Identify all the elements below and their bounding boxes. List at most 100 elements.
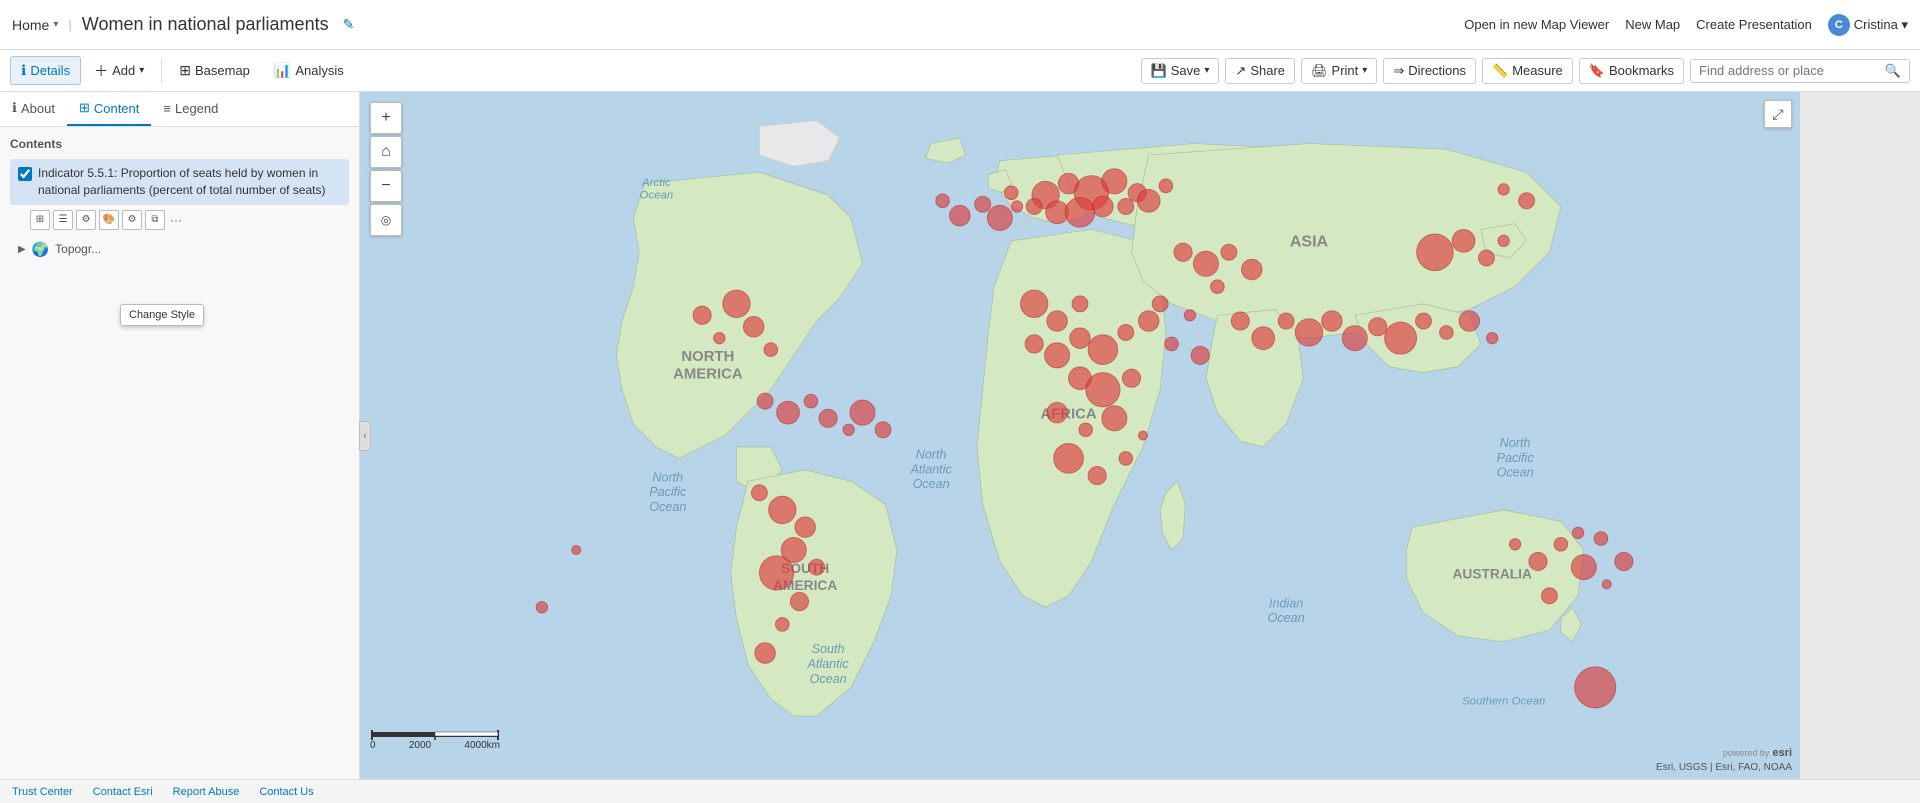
measure-button[interactable]: 📏 Measure	[1482, 58, 1573, 84]
svg-text:Pacific: Pacific	[1497, 451, 1535, 465]
scale-label-0: 0	[370, 740, 376, 751]
legend-icon: ≡	[163, 101, 171, 116]
bookmarks-icon: 🔖	[1589, 63, 1605, 79]
sidebar-content: Contents Indicator 5.5.1: Proportion of …	[0, 127, 359, 779]
content-icon: ⊞	[79, 100, 90, 116]
layer-tool-style[interactable]: 🎨	[99, 210, 119, 230]
layer-tool-copy[interactable]: ⧉	[145, 210, 165, 230]
details-button[interactable]: ℹ Details	[10, 56, 81, 85]
user-name: Cristina ▾	[1854, 17, 1908, 33]
attribution: Esri, USGS | Esri, FAO, NOAA	[1656, 762, 1792, 773]
scale-labels: 0 2000 4000km	[370, 740, 500, 751]
svg-text:Ocean: Ocean	[1268, 611, 1305, 625]
svg-text:Ocean: Ocean	[913, 477, 950, 491]
top-bar-left: Home ▾ | Women in national parliaments ✎	[12, 14, 354, 35]
create-presentation-button[interactable]: Create Presentation	[1696, 17, 1812, 32]
main-area: ℹ About ⊞ Content ≡ Legend Contents Indi…	[0, 92, 1920, 779]
basemap-button[interactable]: ⊞ Basemap	[168, 56, 261, 85]
svg-text:Atlantic: Atlantic	[806, 657, 849, 671]
search-input[interactable]	[1699, 63, 1885, 78]
sidebar-collapse-button[interactable]: ‹	[359, 421, 371, 451]
print-button[interactable]: 🖨 Print ▾	[1301, 58, 1377, 84]
footer: Trust Center Contact Esri Report Abuse C…	[0, 779, 1920, 803]
basemap-icon: ⊞	[179, 62, 191, 79]
layer-item: Indicator 5.5.1: Proportion of seats hel…	[10, 159, 349, 230]
home-label: Home	[12, 17, 49, 33]
svg-text:NORTH: NORTH	[681, 349, 734, 365]
top-bar: Home ▾ | Women in national parliaments ✎…	[0, 0, 1920, 50]
save-icon: 💾	[1151, 63, 1167, 79]
toolbar-right: 💾 Save ▾ ↗ Share 🖨 Print ▾ ⇒ Directions …	[1141, 58, 1910, 84]
new-map-button[interactable]: New Map	[1625, 17, 1680, 32]
analysis-button[interactable]: 📊 Analysis	[263, 56, 355, 85]
layer-visibility-checkbox[interactable]	[18, 167, 32, 181]
layer-tool-legend[interactable]: ⊞	[30, 210, 50, 230]
sidebar-tabs: ℹ About ⊞ Content ≡ Legend	[0, 92, 359, 127]
share-button[interactable]: ↗ Share	[1225, 58, 1295, 84]
map-controls: + ⌂ − ◎	[370, 102, 402, 236]
save-button[interactable]: 💾 Save ▾	[1141, 58, 1220, 84]
home-extent-button[interactable]: ⌂	[370, 136, 402, 168]
svg-text:Ocean: Ocean	[639, 189, 673, 201]
svg-text:North: North	[916, 447, 947, 461]
zoom-out-button[interactable]: −	[370, 170, 402, 202]
layer-tool-settings[interactable]: ⚙	[122, 210, 142, 230]
report-abuse-link[interactable]: Report Abuse	[173, 786, 240, 798]
analysis-icon: 📊	[274, 62, 291, 79]
contents-label: Contents	[10, 137, 349, 151]
home-button[interactable]: Home ▾	[12, 17, 58, 33]
layer-tool-table[interactable]: ☰	[53, 210, 73, 230]
info-icon: ℹ	[12, 100, 17, 116]
directions-button[interactable]: ⇒ Directions	[1383, 58, 1476, 84]
scale-line: 0 2000 4000km	[370, 722, 500, 751]
add-chevron-icon: ▾	[139, 65, 144, 76]
svg-text:AUSTRALIA: AUSTRALIA	[1453, 567, 1532, 582]
tab-about[interactable]: ℹ About	[0, 92, 67, 126]
trust-center-link[interactable]: Trust Center	[12, 786, 73, 798]
layer-tool-filter[interactable]: ⚙	[76, 210, 96, 230]
topo-layer-icon: 🌍	[32, 241, 49, 258]
layer-tools: ⊞ ☰ ⚙ 🎨 ⚙ ⧉ ···	[30, 210, 349, 230]
edit-icon[interactable]: ✎	[343, 16, 355, 33]
user-avatar: C	[1828, 14, 1850, 36]
toolbar-separator	[161, 59, 162, 83]
svg-text:South: South	[812, 642, 845, 656]
svg-text:Ocean: Ocean	[810, 672, 847, 686]
scale-bar: 0 2000 4000km	[370, 722, 500, 751]
bookmarks-button[interactable]: 🔖 Bookmarks	[1579, 58, 1684, 84]
map-title: Women in national parliaments	[82, 14, 329, 35]
print-chevron-icon: ▾	[1362, 65, 1367, 76]
toolbar: ℹ Details ＋ Add ▾ ⊞ Basemap 📊 Analysis 💾…	[0, 50, 1920, 92]
measure-icon: 📏	[1492, 63, 1508, 79]
details-icon: ℹ	[21, 62, 26, 79]
user-menu-button[interactable]: C Cristina ▾	[1828, 14, 1908, 36]
topo-layer[interactable]: ▶ 🌍 Topogr...	[10, 236, 349, 263]
svg-text:Indian: Indian	[1269, 596, 1303, 610]
topo-toggle-icon: ▶	[18, 244, 26, 255]
contact-us-link[interactable]: Contact Us	[259, 786, 313, 798]
expand-button[interactable]: ⤢	[1764, 100, 1792, 128]
layer-name: Indicator 5.5.1: Proportion of seats hel…	[38, 165, 341, 199]
svg-text:North: North	[652, 470, 683, 484]
zoom-in-button[interactable]: +	[370, 102, 402, 134]
tab-legend[interactable]: ≡ Legend	[151, 92, 230, 126]
share-icon: ↗	[1235, 63, 1246, 79]
locate-button[interactable]: ◎	[370, 204, 402, 236]
top-bar-right: Open in new Map Viewer New Map Create Pr…	[1464, 14, 1908, 36]
home-chevron-icon: ▾	[53, 19, 58, 30]
svg-text:Ocean: Ocean	[649, 500, 686, 514]
open-new-viewer-button[interactable]: Open in new Map Viewer	[1464, 17, 1609, 32]
contact-esri-link[interactable]: Contact Esri	[93, 786, 153, 798]
scale-label-2000: 2000	[409, 740, 431, 751]
layer-header: Indicator 5.5.1: Proportion of seats hel…	[10, 159, 349, 205]
search-icon[interactable]: 🔍	[1885, 63, 1901, 79]
svg-text:ASIA: ASIA	[1290, 233, 1329, 251]
topo-layer-label: Topogr...	[55, 242, 101, 256]
layer-tool-more[interactable]: ···	[170, 213, 182, 227]
scale-ruler-svg	[370, 722, 500, 742]
svg-text:Arctic: Arctic	[641, 177, 671, 189]
add-button[interactable]: ＋ Add ▾	[83, 55, 155, 87]
tab-content[interactable]: ⊞ Content	[67, 92, 151, 126]
map-container[interactable]: North Pacific Ocean North Atlantic Ocean…	[360, 92, 1800, 779]
world-map: North Pacific Ocean North Atlantic Ocean…	[360, 92, 1800, 779]
